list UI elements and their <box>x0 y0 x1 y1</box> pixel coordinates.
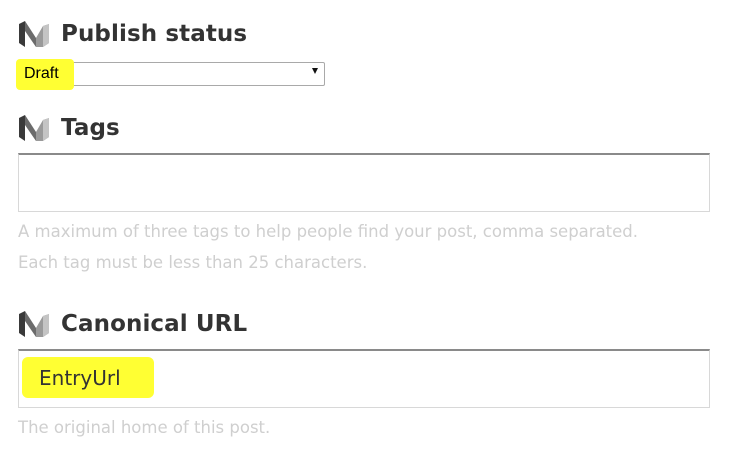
canonical-url-hint: The original home of this post. <box>18 418 271 437</box>
canonical-url-input[interactable]: EntryUrl <box>18 349 710 408</box>
publish-status-title: Publish status <box>61 21 248 47</box>
tags-hint-line1: A maximum of three tags to help people f… <box>18 222 639 241</box>
dropdown-arrow-icon[interactable] <box>312 68 318 74</box>
canonical-url-header: Canonical URL <box>18 309 247 339</box>
medium-logo-icon <box>19 21 49 47</box>
publish-status-select[interactable]: Draft <box>16 59 325 90</box>
medium-logo-icon <box>19 115 49 141</box>
canonical-url-title: Canonical URL <box>61 311 248 337</box>
tags-header: Tags <box>18 113 120 143</box>
medium-logo-icon <box>19 311 49 337</box>
canonical-url-value: EntryUrl <box>39 366 121 390</box>
publish-status-header: Publish status <box>18 19 247 49</box>
tags-input[interactable] <box>18 153 710 212</box>
publish-status-value: Draft <box>24 65 59 82</box>
tags-title: Tags <box>61 115 120 141</box>
tags-hint-line2: Each tag must be less than 25 characters… <box>18 253 368 272</box>
